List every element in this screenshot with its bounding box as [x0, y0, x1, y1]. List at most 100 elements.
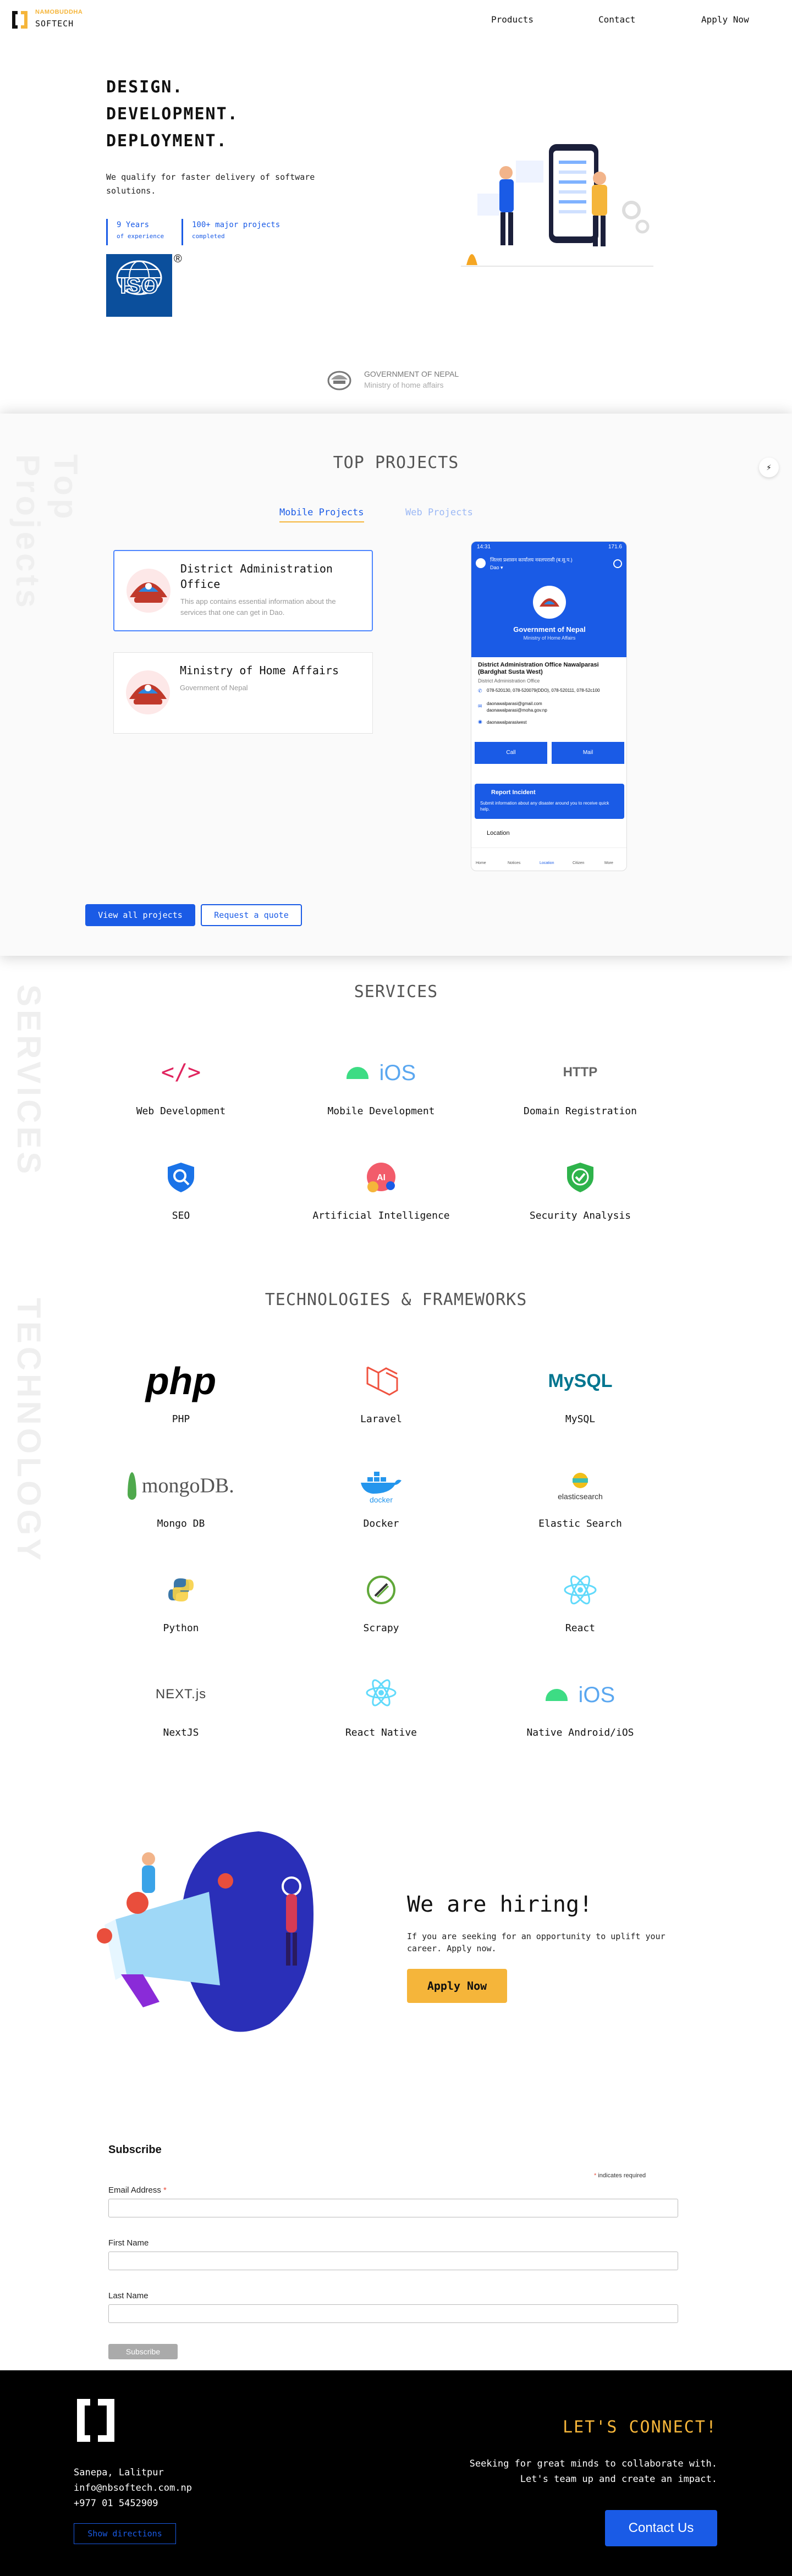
office-email-2: daonawalparasi@moha.gov.np [487, 708, 547, 713]
mongodb-wordmark: mongoDB. [141, 1474, 234, 1498]
tab-label: Mobile Projects [279, 507, 364, 518]
tech-label: PHP [172, 1413, 190, 1425]
tab-web-projects[interactable]: Web Projects [405, 507, 473, 522]
service-label: Domain Registration [524, 1105, 637, 1117]
tech-label: Native Android/iOS [526, 1727, 634, 1738]
report-incident-card[interactable]: Report Incident Submit information about… [475, 784, 624, 819]
projects-watermark: Top Projects [9, 454, 84, 611]
view-all-projects-button[interactable]: View all projects [85, 904, 195, 926]
bottom-nav-citizen[interactable]: Citizen [573, 861, 584, 865]
banner-line2: Ministry of Home Affairs [523, 635, 576, 641]
tab-label: Web Projects [405, 507, 473, 518]
connect-text-1: Seeking for great minds to collaborate w… [469, 2458, 717, 2469]
mysql-logo-icon: MySQL [548, 1370, 613, 1391]
nav-contact[interactable]: Contact [598, 14, 635, 25]
stat-value: 100+ major projects [192, 221, 280, 229]
mongodb-leaf-icon [128, 1472, 137, 1500]
docker-logo-icon: docker [290, 1466, 472, 1505]
bottom-nav-more[interactable]: More [604, 861, 613, 865]
tech-label: React Native [345, 1727, 417, 1738]
footer-email[interactable]: info@nbsoftech.com.np [74, 2483, 192, 2494]
tech-label: Elastic Search [538, 1518, 622, 1529]
tech-item-react-native: React Native [290, 1675, 472, 1752]
site-logo[interactable]: NAMOBUDDHA SOFTECH [10, 8, 83, 32]
hero-illustration [461, 144, 653, 267]
first-name-field[interactable] [108, 2252, 678, 2270]
banner-line1: Government of Nepal [513, 625, 586, 634]
email-required-star: * [163, 2186, 167, 2195]
phone-banner: Government of Nepal Ministry of Home Aff… [471, 575, 626, 657]
iso-text: ISO [120, 273, 159, 299]
email-field[interactable] [108, 2199, 678, 2217]
bottom-nav-location[interactable]: Location [540, 861, 554, 865]
web-icon: ◉ [478, 719, 482, 724]
python-logo-icon [90, 1571, 272, 1609]
incident-desc: Submit information about any disaster ar… [480, 801, 609, 812]
logo-top-text: NAMOBUDDHA [35, 9, 83, 15]
show-directions-button[interactable]: Show directions [74, 2523, 176, 2544]
last-name-field[interactable] [108, 2304, 678, 2323]
android-ios-icon: iOS [490, 1675, 671, 1714]
footer-address: Sanepa, Lalitpur [74, 2467, 164, 2478]
iso-registered-mark: ® [174, 253, 182, 265]
apply-now-button[interactable]: Apply Now [407, 1969, 507, 2003]
footer-phone[interactable]: +977 01 5452909 [74, 2498, 158, 2509]
phone-mockup: 14:31 171.6 जिल्ला प्रशासन कार्यालय नवलप… [471, 541, 627, 871]
tech-item-elastic: elasticsearch Elastic Search [490, 1466, 671, 1543]
service-label: Mobile Development [327, 1105, 435, 1117]
office-email-1: daonawalparasi@gmail.com [487, 701, 542, 706]
mongodb-logo-icon: mongoDB. [90, 1466, 272, 1505]
nextjs-logo-icon: NEXT.js [155, 1687, 207, 1702]
quick-action-button[interactable]: ⚡ [759, 458, 779, 477]
nav-products[interactable]: Products [491, 14, 534, 25]
mail-button[interactable]: Mail [552, 742, 624, 764]
elasticsearch-logo-icon: elasticsearch [490, 1466, 671, 1505]
project-desc: This app contains essential information … [180, 597, 336, 617]
tech-label: MySQL [565, 1413, 596, 1425]
ios-text: iOS [379, 1060, 416, 1085]
android-ios-icon: iOS [290, 1056, 472, 1089]
site-footer: Sanepa, Lalitpur info@nbsoftech.com.np +… [0, 2370, 792, 2576]
seo-search-icon [90, 1160, 272, 1193]
android-icon [346, 1066, 369, 1079]
code-icon: </> [161, 1060, 201, 1085]
ai-brain-icon: AI [290, 1160, 472, 1193]
hero-subtitle: We qualify for faster delivery of softwa… [106, 172, 315, 196]
service-item: </> Web Development [90, 1056, 272, 1133]
contact-us-button[interactable]: Contact Us [605, 2510, 717, 2546]
nav-apply-now[interactable]: Apply Now [701, 14, 749, 25]
services-title: SERVICES [354, 982, 438, 1001]
call-button[interactable]: Call [475, 742, 547, 764]
request-quote-button[interactable]: Request a quote [201, 904, 302, 926]
service-label: SEO [172, 1210, 190, 1221]
tech-item-react: React [490, 1571, 671, 1648]
phone-app-bar: जिल्ला प्रशासन कार्यालय नवलपरासी (ब.सु.प… [471, 553, 626, 575]
bottom-nav-notices[interactable]: Notices [508, 861, 520, 865]
profile-icon [613, 559, 622, 568]
incident-title: Report Incident [491, 789, 536, 796]
project-card-moha[interactable]: Ministry of Home Affairs Government of N… [113, 652, 373, 734]
project-card-dao[interactable]: District Administration Office This app … [113, 550, 373, 631]
service-item: iOS Mobile Development [290, 1056, 472, 1133]
tech-label: Python [163, 1622, 199, 1634]
tech-label: Docker [363, 1518, 399, 1529]
service-item: AI Artificial Intelligence [290, 1160, 472, 1237]
phone-status-bar: 14:31 171.6 [471, 542, 626, 553]
tab-mobile-projects[interactable]: Mobile Projects [279, 507, 364, 522]
tech-item-laravel: Laravel [290, 1362, 472, 1439]
lightning-icon: ⚡ [766, 462, 772, 472]
services-watermark: SERVICES [10, 984, 47, 1177]
mail-icon: ✉ [478, 703, 482, 709]
service-label: Artificial Intelligence [312, 1210, 450, 1221]
mail-label: Mail [582, 750, 593, 756]
tech-label: Scrapy [363, 1622, 399, 1634]
connect-title: LET'S CONNECT! [563, 2418, 717, 2437]
subscribe-button[interactable]: Subscribe [108, 2344, 178, 2359]
project-name: Ministry of Home Affairs [180, 664, 339, 677]
email-label: Email Address * [108, 2186, 167, 2195]
stat-label: completed [192, 233, 225, 240]
tech-item-mongodb: mongoDB. Mongo DB [90, 1466, 272, 1543]
tech-item-native: iOS Native Android/iOS [490, 1675, 671, 1752]
bottom-nav-home[interactable]: Home [476, 861, 486, 865]
tech-label: NextJS [163, 1727, 199, 1738]
